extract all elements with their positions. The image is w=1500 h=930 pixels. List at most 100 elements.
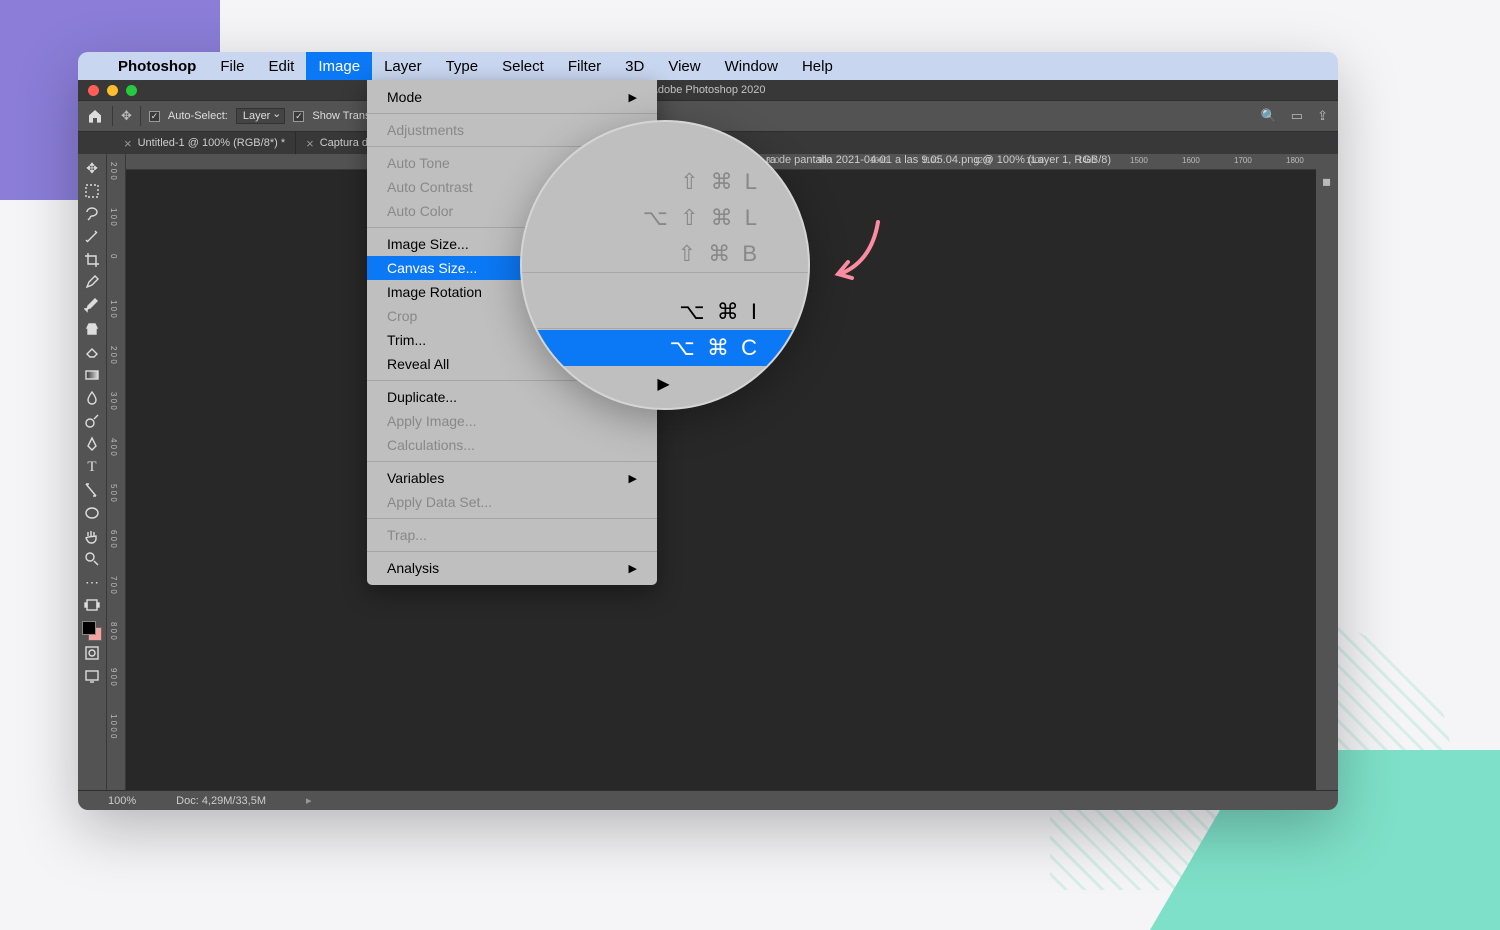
lasso-tool[interactable] (81, 203, 103, 225)
window-titlebar: Adobe Photoshop 2020 (78, 80, 1338, 100)
show-transform-checkbox[interactable] (293, 111, 304, 122)
edit-toolbar-icon[interactable]: ⋯ (81, 571, 103, 593)
dodge-tool[interactable] (81, 410, 103, 432)
menu-item-label: Canvas Size... (387, 260, 477, 276)
close-window-button[interactable] (88, 85, 99, 96)
separator (140, 106, 141, 126)
path-tool[interactable] (81, 479, 103, 501)
close-tab-icon[interactable]: × (124, 136, 132, 151)
tab-label: Untitled-1 @ 100% (RGB/8*) * (138, 137, 286, 149)
macos-menubar: Photoshop File Edit Image Layer Type Sel… (78, 52, 1338, 80)
menu-item-label: Auto Contrast (387, 179, 473, 195)
home-icon[interactable] (86, 108, 104, 124)
eraser-tool[interactable] (81, 341, 103, 363)
magnify-shortcut-row: ▶ (522, 366, 808, 402)
statusbar-arrow-icon[interactable]: ▸ (306, 794, 312, 807)
blur-tool[interactable] (81, 387, 103, 409)
crop-tool[interactable] (81, 249, 103, 271)
ruler-tick: 7 0 0 (109, 576, 117, 594)
ruler-tick: 9 0 0 (109, 668, 117, 686)
menubar-edit[interactable]: Edit (257, 52, 307, 80)
zoom-tool[interactable] (81, 548, 103, 570)
auto-select-label: Auto-Select: (168, 110, 228, 122)
magnify-separator (522, 272, 808, 273)
layers-panel-icon[interactable]: ◆ (1318, 173, 1336, 191)
menu-separator (367, 113, 657, 114)
workspace-icon[interactable]: ▭ (1291, 108, 1303, 124)
document-tab-1[interactable]: × Untitled-1 @ 100% (RGB/8*) * (114, 132, 296, 154)
artboard-tool[interactable] (81, 594, 103, 616)
clone-tool[interactable] (81, 318, 103, 340)
zoom-level[interactable]: 100% (108, 795, 136, 807)
submenu-arrow-icon: ▶ (629, 472, 637, 485)
menu-item-label: Trap... (387, 527, 427, 543)
menubar-3d[interactable]: 3D (613, 52, 656, 80)
vertical-ruler[interactable]: 2 0 01 0 001 0 02 0 03 0 04 0 05 0 06 0 … (106, 154, 126, 790)
app-window: Photoshop File Edit Image Layer Type Sel… (78, 52, 1338, 810)
close-tab-icon[interactable]: × (306, 136, 314, 151)
menu-item-calculations-: Calculations... (367, 433, 657, 457)
menubar-view[interactable]: View (656, 52, 712, 80)
tab-suffix-label: ra de pantalla 2021-04-01 a las 9.05.04.… (766, 154, 1111, 166)
ruler-tick: 2 0 0 (109, 162, 117, 180)
shape-tool[interactable] (81, 502, 103, 524)
menu-item-label: Adjustments (387, 122, 464, 138)
window-title: Adobe Photoshop 2020 (651, 84, 766, 96)
menu-item-mode[interactable]: Mode▶ (367, 85, 657, 109)
type-tool[interactable]: T (81, 456, 103, 478)
search-icon[interactable]: 🔍 (1261, 108, 1277, 124)
layer-select-dropdown[interactable]: Layer (236, 108, 286, 124)
menu-item-apply-data-set-: Apply Data Set... (367, 490, 657, 514)
menu-item-analysis[interactable]: Analysis▶ (367, 556, 657, 580)
auto-select-checkbox[interactable] (149, 111, 160, 122)
menubar-layer[interactable]: Layer (372, 52, 434, 80)
menubar-filter[interactable]: Filter (556, 52, 613, 80)
menubar-app-name[interactable]: Photoshop (106, 52, 208, 80)
ruler-tick: 1600 (1182, 156, 1200, 165)
menu-item-variables[interactable]: Variables▶ (367, 466, 657, 490)
menu-item-label: Mode (387, 89, 422, 105)
ruler-tick: 1 0 0 (109, 300, 117, 318)
marquee-tool[interactable] (81, 180, 103, 202)
menu-item-label: Calculations... (387, 437, 475, 453)
menu-item-label: Reveal All (387, 356, 449, 372)
color-swatch[interactable] (82, 621, 102, 641)
magnify-shortcut-row: ⌥ ⌘ I (522, 294, 808, 330)
hand-tool[interactable] (81, 525, 103, 547)
quickmask-tool[interactable] (81, 642, 103, 664)
tools-panel: ✥ T ⋯ (78, 154, 106, 790)
eyedropper-tool[interactable] (81, 272, 103, 294)
magnify-shortcut-row: ⌥ ⇧ ⌘ L (522, 200, 808, 236)
ruler-tick: 8 0 0 (109, 622, 117, 640)
wand-tool[interactable] (81, 226, 103, 248)
menubar-file[interactable]: File (208, 52, 256, 80)
magnify-shortcut-row: ⇧ ⌘ L (522, 164, 808, 200)
brush-tool[interactable] (81, 295, 103, 317)
pen-tool[interactable] (81, 433, 103, 455)
gradient-tool[interactable] (81, 364, 103, 386)
menu-separator (367, 518, 657, 519)
ruler-tick: 1 0 0 0 (109, 714, 117, 738)
menubar-select[interactable]: Select (490, 52, 556, 80)
zoom-window-button[interactable] (126, 85, 137, 96)
screenmode-tool[interactable] (81, 665, 103, 687)
ruler-tick: 1700 (1234, 156, 1252, 165)
right-panel-rail: ◆ (1316, 154, 1338, 790)
ruler-tick: 1 0 0 (109, 208, 117, 226)
status-bar: 100% Doc: 4,29M/33,5M ▸ (78, 790, 1338, 810)
menubar-help[interactable]: Help (790, 52, 845, 80)
menu-item-trap-: Trap... (367, 523, 657, 547)
menubar-window[interactable]: Window (713, 52, 790, 80)
menubar-image[interactable]: Image (306, 52, 372, 80)
minimize-window-button[interactable] (107, 85, 118, 96)
move-tool[interactable]: ✥ (81, 157, 103, 179)
ruler-tick: 6 0 0 (109, 530, 117, 548)
doc-size[interactable]: Doc: 4,29M/33,5M (176, 795, 266, 807)
move-tool-icon[interactable]: ✥ (121, 108, 132, 124)
menu-item-label: Crop (387, 308, 417, 324)
ruler-tick: 4 0 0 (109, 438, 117, 456)
menu-item-label: Duplicate... (387, 389, 457, 405)
menubar-type[interactable]: Type (434, 52, 491, 80)
share-icon[interactable]: ⇪ (1317, 108, 1328, 124)
callout-arrow-icon (828, 212, 888, 292)
